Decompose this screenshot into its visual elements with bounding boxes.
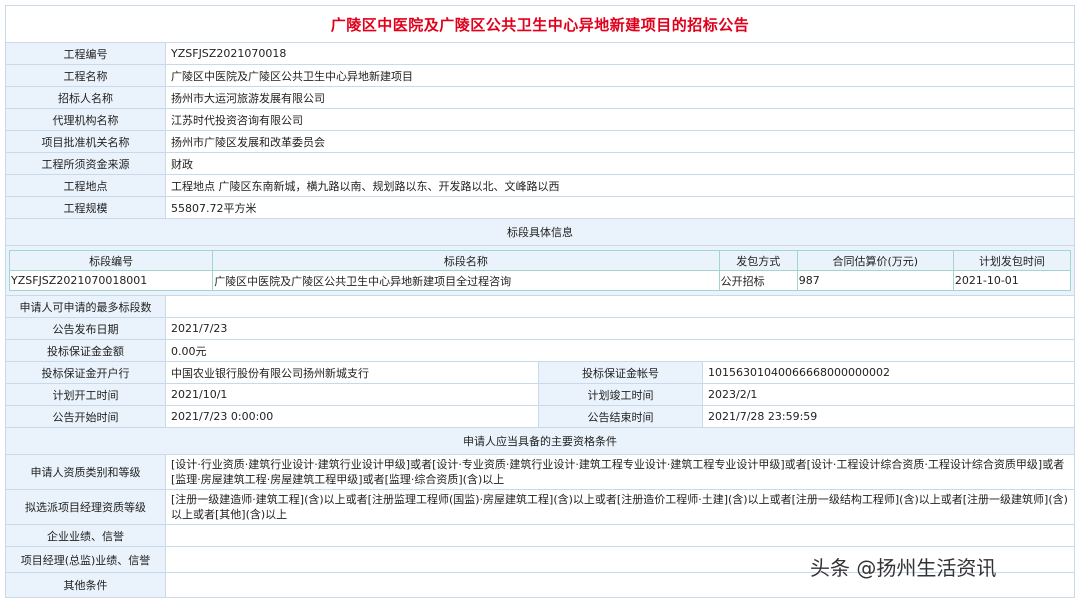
info-value: [注册一级建造师·建筑工程](含)以上或者[注册监理工程师(国监)·房屋建筑工程… [164, 489, 1076, 525]
column-header: 标段名称 [212, 250, 720, 271]
info-value: 2021/7/23 0:00:00 [165, 405, 539, 428]
info-value: 2023/2/1 [701, 383, 1076, 406]
column-header: 合同估算价(万元) [796, 250, 954, 271]
info-label: 企业业绩、信誉 [5, 524, 166, 547]
lot-table: 标段编号 标段名称 发包方式 合同估算价(万元) 计划发包时间 YZSFJSZ2… [8, 250, 1072, 291]
lot-price: 987 [796, 270, 954, 291]
info-label: 其他条件 [5, 572, 166, 598]
info-row: 项目批准机关名称 扬州市广陵区发展和改革委员会 [5, 130, 1076, 153]
info-value: 10156301040066668000000002 [701, 361, 1076, 384]
info-label: 公告结束时间 [538, 405, 703, 428]
info-label: 招标人名称 [5, 86, 166, 109]
info-value: 0.00元 [164, 339, 1076, 362]
section-heading-qualifications: 申请人应当具备的主要资格条件 [4, 427, 1076, 455]
info-row-pair: 计划开工时间 2021/10/1 计划竣工时间 2023/2/1 [5, 383, 1076, 406]
lot-number: YZSFJSZ2021070018001 [8, 270, 214, 291]
section-heading-bid-info: 标段具体信息 [4, 218, 1076, 246]
info-label: 公告开始时间 [5, 405, 166, 428]
announcement: 广陵区中医院及广陵区公共卫生中心异地新建项目的招标公告 工程编号 YZSFJSZ… [4, 5, 1076, 598]
info-label: 申请人可申请的最多标段数 [5, 295, 166, 318]
info-label: 工程地点 [5, 174, 166, 197]
info-label: 工程编号 [5, 42, 166, 65]
lot-date: 2021-10-01 [952, 270, 1072, 291]
column-header: 计划发包时间 [952, 250, 1072, 271]
info-value: 55807.72平方米 [164, 196, 1076, 219]
info-row: 申请人资质类别和等级 [设计·行业资质·建筑行业设计·建筑行业设计甲级]或者[设… [5, 454, 1076, 490]
info-label: 计划竣工时间 [538, 383, 703, 406]
info-row: 工程所须资金来源 财政 [5, 152, 1076, 175]
info-value: 江苏时代投资咨询有限公司 [164, 108, 1076, 131]
info-label: 投标保证金帐号 [538, 361, 703, 384]
info-row: 企业业绩、信誉 [5, 524, 1076, 547]
info-value: 财政 [164, 152, 1076, 175]
info-row: 拟选派项目经理资质等级 [注册一级建造师·建筑工程](含)以上或者[注册监理工程… [5, 489, 1076, 525]
info-value: 广陵区中医院及广陵区公共卫生中心异地新建项目 [164, 64, 1076, 87]
info-value: YZSFJSZ2021070018 [164, 42, 1076, 65]
info-value [164, 295, 1076, 318]
lot-table-header: 标段编号 标段名称 发包方式 合同估算价(万元) 计划发包时间 [8, 250, 1072, 271]
info-label: 申请人资质类别和等级 [5, 454, 166, 490]
lot-method: 公开招标 [718, 270, 798, 291]
info-label: 代理机构名称 [5, 108, 166, 131]
info-row-pair: 公告开始时间 2021/7/23 0:00:00 公告结束时间 2021/7/2… [5, 405, 1076, 428]
info-label: 计划开工时间 [5, 383, 166, 406]
info-value: 工程地点 广陵区东南新城，横九路以南、规划路以东、开发路以北、文峰路以西 [164, 174, 1076, 197]
announcement-table: 广陵区中医院及广陵区公共卫生中心异地新建项目的招标公告 工程编号 YZSFJSZ… [4, 5, 1076, 598]
info-label: 工程所须资金来源 [5, 152, 166, 175]
info-value: [设计·行业资质·建筑行业设计·建筑行业设计甲级]或者[设计·专业资质·建筑行业… [164, 454, 1076, 490]
info-label: 公告发布日期 [5, 317, 166, 340]
info-label: 项目经理(总监)业绩、信誉 [5, 546, 166, 573]
info-row: 投标保证金金额 0.00元 [5, 339, 1076, 362]
info-row-pair: 投标保证金开户行 中国农业银行股份有限公司扬州新城支行 投标保证金帐号 1015… [5, 361, 1076, 384]
info-row: 工程规模 55807.72平方米 [5, 196, 1076, 219]
info-label: 投标保证金金额 [5, 339, 166, 362]
info-row: 工程名称 广陵区中医院及广陵区公共卫生中心异地新建项目 [5, 64, 1076, 87]
info-value: 2021/7/28 23:59:59 [701, 405, 1076, 428]
info-value: 扬州市大运河旅游发展有限公司 [164, 86, 1076, 109]
info-value [164, 524, 1076, 547]
column-header: 标段编号 [8, 250, 214, 271]
info-row: 工程编号 YZSFJSZ2021070018 [5, 42, 1076, 65]
lot-table-container: 标段编号 标段名称 发包方式 合同估算价(万元) 计划发包时间 YZSFJSZ2… [4, 245, 1076, 296]
info-value: 扬州市广陵区发展和改革委员会 [164, 130, 1076, 153]
watermark: 头条 @扬州生活资讯 [810, 556, 997, 580]
info-label: 工程规模 [5, 196, 166, 219]
info-row: 招标人名称 扬州市大运河旅游发展有限公司 [5, 86, 1076, 109]
info-value: 2021/10/1 [165, 383, 539, 406]
info-value: 2021/7/23 [164, 317, 1076, 340]
info-value: 中国农业银行股份有限公司扬州新城支行 [165, 361, 539, 384]
info-label: 工程名称 [5, 64, 166, 87]
table-row: YZSFJSZ2021070018001 广陵区中医院及广陵区公共卫生中心异地新… [8, 270, 1072, 291]
info-label: 投标保证金开户行 [5, 361, 166, 384]
info-label: 拟选派项目经理资质等级 [5, 489, 166, 525]
page-title: 广陵区中医院及广陵区公共卫生中心异地新建项目的招标公告 [4, 5, 1076, 43]
info-label: 项目批准机关名称 [5, 130, 166, 153]
info-row: 代理机构名称 江苏时代投资咨询有限公司 [5, 108, 1076, 131]
info-row: 公告发布日期 2021/7/23 [5, 317, 1076, 340]
info-row: 申请人可申请的最多标段数 [5, 295, 1076, 318]
column-header: 发包方式 [718, 250, 798, 271]
lot-name: 广陵区中医院及广陵区公共卫生中心异地新建项目全过程咨询 [212, 270, 720, 291]
info-row: 工程地点 工程地点 广陵区东南新城，横九路以南、规划路以东、开发路以北、文峰路以… [5, 174, 1076, 197]
